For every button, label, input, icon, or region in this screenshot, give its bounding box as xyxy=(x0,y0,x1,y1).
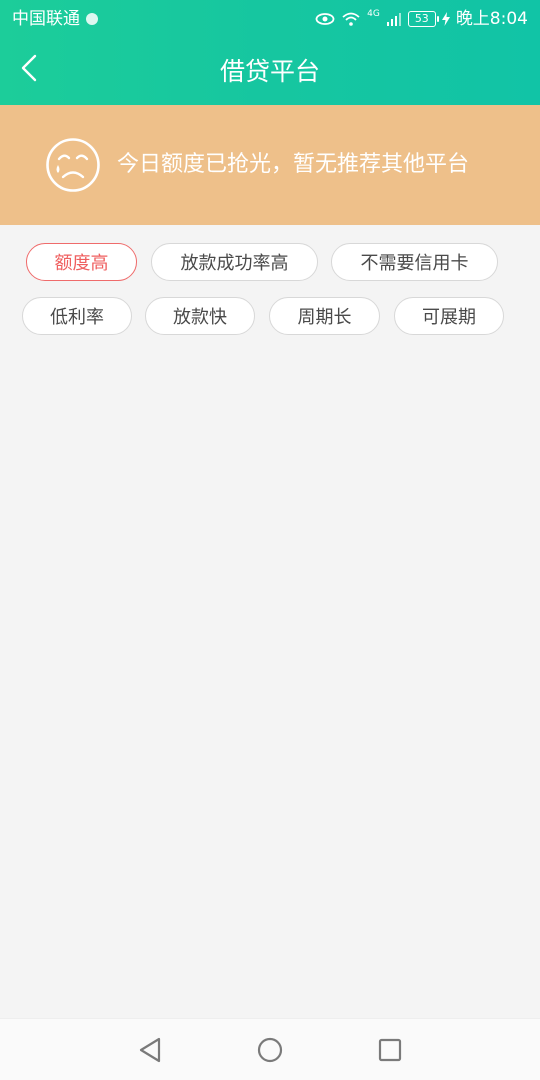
page-title: 借贷平台 xyxy=(219,57,320,86)
filter-tags: 额度高 放款成功率高 不需要信用卡 低利率 放款快 周期长 可展期 xyxy=(0,225,540,355)
nav-home-button[interactable] xyxy=(253,1033,287,1067)
network-type-label: 4G xyxy=(367,9,380,19)
app-header: 中国联通 4G 53 晚上8:04 借贷平台 xyxy=(0,0,540,105)
tag-high-limit[interactable]: 额度高 xyxy=(26,243,137,281)
status-left: 中国联通 xyxy=(12,8,98,30)
signal-icon xyxy=(386,13,401,26)
tag-no-credit-card[interactable]: 不需要信用卡 xyxy=(331,243,498,281)
carrier-label: 中国联通 xyxy=(12,9,80,29)
circle-home-icon xyxy=(257,1037,283,1063)
empty-notice-text: 今日额度已抢光，暂无推荐其他平台 xyxy=(117,152,470,177)
clock-label: 晚上8:04 xyxy=(455,9,528,29)
eye-protection-icon xyxy=(315,13,335,25)
wifi-icon xyxy=(342,12,360,26)
tag-fast-disbursement[interactable]: 放款快 xyxy=(145,297,255,335)
square-recents-icon xyxy=(378,1038,402,1062)
tag-long-term[interactable]: 周期长 xyxy=(269,297,380,335)
tag-low-interest[interactable]: 低利率 xyxy=(22,297,132,335)
notification-icon xyxy=(86,13,98,25)
triangle-back-icon xyxy=(139,1037,161,1063)
status-bar: 中国联通 4G 53 晚上8:04 xyxy=(0,0,540,38)
sad-face-icon xyxy=(46,138,100,192)
battery-indicator: 53 xyxy=(407,11,439,27)
status-right: 4G 53 晚上8:04 xyxy=(315,8,528,30)
tag-high-success-rate[interactable]: 放款成功率高 xyxy=(151,243,318,281)
charging-icon xyxy=(441,12,450,26)
empty-notice-banner: 今日额度已抢光，暂无推荐其他平台 xyxy=(0,105,540,225)
system-nav-bar xyxy=(0,1018,540,1080)
tag-extendable[interactable]: 可展期 xyxy=(394,297,504,335)
nav-back-button[interactable] xyxy=(133,1033,167,1067)
nav-recents-button[interactable] xyxy=(373,1033,407,1067)
